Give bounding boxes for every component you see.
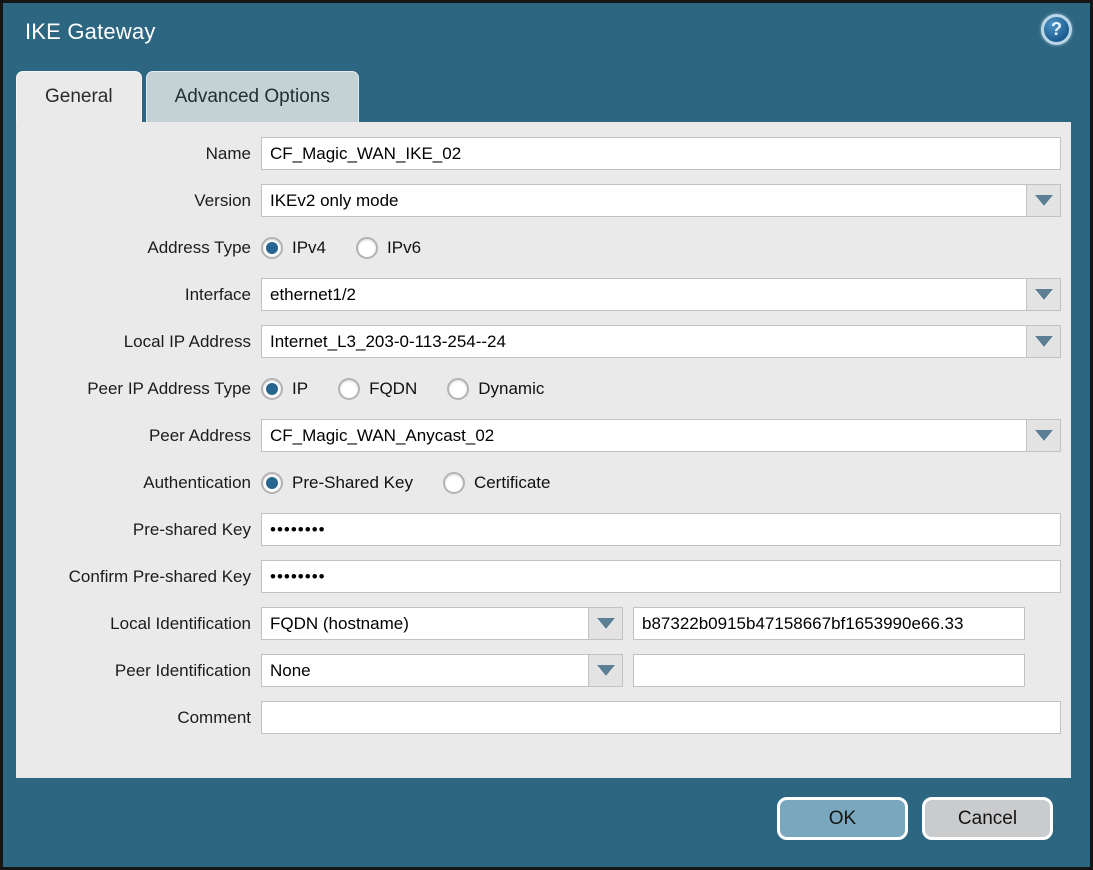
- tab-general[interactable]: General: [16, 71, 142, 122]
- radio-pre-shared-key[interactable]: Pre-Shared Key: [261, 472, 413, 494]
- peer-identification-label: Peer Identification: [16, 661, 261, 681]
- name-input[interactable]: [261, 137, 1061, 170]
- chevron-down-icon: [1035, 289, 1053, 300]
- local-ip-dropdown-button[interactable]: [1027, 325, 1061, 358]
- peer-address-label: Peer Address: [16, 426, 261, 446]
- peer-identification-type-input[interactable]: [261, 654, 589, 687]
- cancel-button[interactable]: Cancel: [922, 797, 1053, 840]
- version-input[interactable]: [261, 184, 1027, 217]
- confirm-preshared-key-label: Confirm Pre-shared Key: [16, 567, 261, 587]
- general-tab-panel: Name Version Address Type IPv4: [16, 122, 1071, 778]
- radio-certificate-circle[interactable]: [443, 472, 465, 494]
- peer-identification-value-input[interactable]: [633, 654, 1025, 687]
- radio-peer-ip[interactable]: IP: [261, 378, 308, 400]
- local-ip-row: Local IP Address: [16, 325, 1071, 358]
- local-identification-value-input[interactable]: [633, 607, 1025, 640]
- address-type-row: Address Type IPv4 IPv6: [16, 231, 1071, 264]
- local-ip-input[interactable]: [261, 325, 1027, 358]
- comment-row: Comment: [16, 701, 1071, 734]
- dialog-title: IKE Gateway: [25, 19, 156, 45]
- radio-ipv6-circle[interactable]: [356, 237, 378, 259]
- peer-identification-dropdown-button[interactable]: [589, 654, 623, 687]
- tab-advanced-options[interactable]: Advanced Options: [146, 71, 359, 122]
- interface-dropdown-button[interactable]: [1027, 278, 1061, 311]
- dialog-footer: OK Cancel: [3, 775, 1090, 867]
- confirm-preshared-key-input[interactable]: [261, 560, 1061, 593]
- help-icon[interactable]: ?: [1041, 14, 1072, 45]
- local-identification-dropdown-button[interactable]: [589, 607, 623, 640]
- chevron-down-icon: [1035, 430, 1053, 441]
- local-ip-label: Local IP Address: [16, 332, 261, 352]
- interface-input[interactable]: [261, 278, 1027, 311]
- radio-ipv4-circle[interactable]: [261, 237, 283, 259]
- radio-peer-fqdn[interactable]: FQDN: [338, 378, 417, 400]
- version-dropdown-button[interactable]: [1027, 184, 1061, 217]
- preshared-key-input[interactable]: [261, 513, 1061, 546]
- local-identification-type-input[interactable]: [261, 607, 589, 640]
- authentication-label: Authentication: [16, 473, 261, 493]
- chevron-down-icon: [597, 665, 615, 676]
- peer-address-input[interactable]: [261, 419, 1027, 452]
- title-bar: IKE Gateway ?: [3, 3, 1090, 63]
- radio-peer-dynamic[interactable]: Dynamic: [447, 378, 544, 400]
- address-type-label: Address Type: [16, 238, 261, 258]
- peer-address-row: Peer Address: [16, 419, 1071, 452]
- confirm-preshared-key-row: Confirm Pre-shared Key: [16, 560, 1071, 593]
- radio-peer-dynamic-circle[interactable]: [447, 378, 469, 400]
- ok-button[interactable]: OK: [777, 797, 908, 840]
- radio-psk-circle[interactable]: [261, 472, 283, 494]
- radio-ipv4[interactable]: IPv4: [261, 237, 326, 259]
- version-row: Version: [16, 184, 1071, 217]
- interface-row: Interface: [16, 278, 1071, 311]
- chevron-down-icon: [1035, 336, 1053, 347]
- comment-label: Comment: [16, 708, 261, 728]
- peer-ip-type-label: Peer IP Address Type: [16, 379, 261, 399]
- peer-identification-row: Peer Identification: [16, 654, 1071, 687]
- name-row: Name: [16, 137, 1071, 170]
- ike-gateway-dialog: IKE Gateway ? General Advanced Options N…: [0, 0, 1093, 870]
- radio-certificate[interactable]: Certificate: [443, 472, 551, 494]
- local-identification-row: Local Identification: [16, 607, 1071, 640]
- radio-peer-ip-circle[interactable]: [261, 378, 283, 400]
- local-identification-label: Local Identification: [16, 614, 261, 634]
- peer-ip-type-row: Peer IP Address Type IP FQDN Dynamic: [16, 372, 1071, 405]
- radio-peer-fqdn-circle[interactable]: [338, 378, 360, 400]
- version-label: Version: [16, 191, 261, 211]
- interface-label: Interface: [16, 285, 261, 305]
- chevron-down-icon: [1035, 195, 1053, 206]
- peer-address-dropdown-button[interactable]: [1027, 419, 1061, 452]
- tab-bar: General Advanced Options: [16, 71, 363, 122]
- preshared-key-row: Pre-shared Key: [16, 513, 1071, 546]
- name-label: Name: [16, 144, 261, 164]
- authentication-row: Authentication Pre-Shared Key Certificat…: [16, 466, 1071, 499]
- chevron-down-icon: [597, 618, 615, 629]
- comment-input[interactable]: [261, 701, 1061, 734]
- preshared-key-label: Pre-shared Key: [16, 520, 261, 540]
- radio-ipv6[interactable]: IPv6: [356, 237, 421, 259]
